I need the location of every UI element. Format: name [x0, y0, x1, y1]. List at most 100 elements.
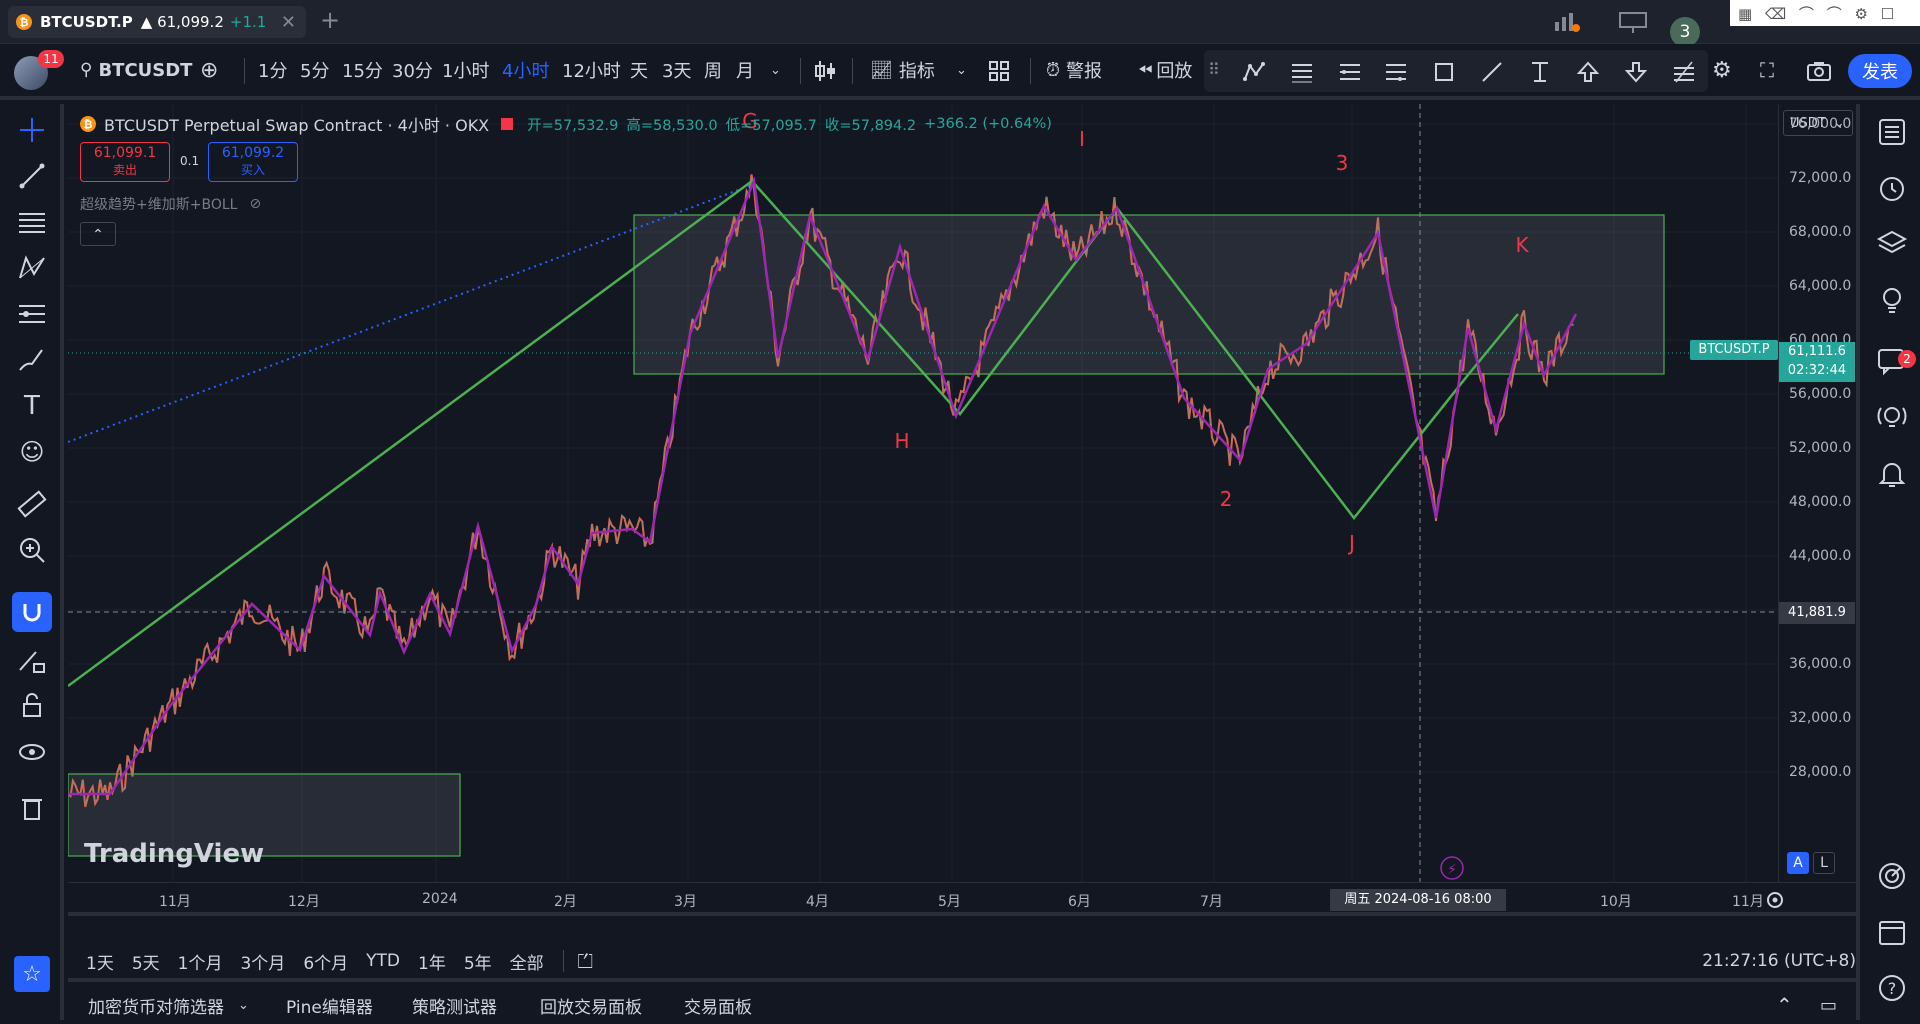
- ideas-icon[interactable]: [1876, 284, 1908, 316]
- gann-icon[interactable]: [1384, 60, 1408, 84]
- text-icon[interactable]: T: [16, 390, 48, 422]
- calendar-icon[interactable]: [1876, 916, 1908, 948]
- auto-scale-button[interactable]: A: [1787, 852, 1809, 874]
- interval-3d[interactable]: 3天: [662, 44, 691, 96]
- magnet-button[interactable]: [12, 592, 52, 632]
- rectangle-icon[interactable]: [1432, 60, 1456, 84]
- trend-line-icon[interactable]: [16, 160, 48, 192]
- fib-retracement-icon[interactable]: [1290, 60, 1314, 84]
- drag-handle-icon[interactable]: ⠿: [1208, 60, 1220, 79]
- candles-icon[interactable]: [812, 58, 838, 84]
- templates-icon[interactable]: [988, 60, 1010, 82]
- price-chart[interactable]: G I 3 K H 2 J TradingView ⚡: [68, 104, 1778, 882]
- pattern-icon[interactable]: [1242, 60, 1266, 84]
- interval-12h[interactable]: 12小时: [562, 44, 621, 96]
- trend-line-icon[interactable]: [1480, 60, 1504, 84]
- zoom-in-icon[interactable]: [16, 534, 48, 566]
- bell-icon[interactable]: [1876, 458, 1908, 490]
- camera-icon[interactable]: [1806, 60, 1832, 82]
- chart-layout-icon[interactable]: [1552, 10, 1582, 34]
- wave-label-h[interactable]: H: [894, 429, 909, 453]
- tab-crypto-screener[interactable]: 加密货币对筛选器 ⌄: [88, 986, 249, 1024]
- range-6[interactable]: 1年: [418, 949, 446, 974]
- range-5[interactable]: YTD: [366, 951, 400, 971]
- wave-label-k[interactable]: K: [1515, 233, 1529, 257]
- chart-tab[interactable]: ₿ BTCUSDT.P ▲ 61,099.2 +1.1 ✕: [8, 6, 306, 38]
- brush-icon[interactable]: [16, 344, 48, 376]
- fib-channel-icon[interactable]: [1338, 60, 1362, 84]
- tab-strategy-tester[interactable]: 策略测试器: [412, 986, 497, 1024]
- clock-label[interactable]: 21:27:16 (UTC+8): [1702, 951, 1856, 971]
- arrow-up-icon[interactable]: [1576, 60, 1600, 84]
- help-icon[interactable]: ?: [1876, 972, 1908, 1004]
- ruler-icon[interactable]: [16, 488, 48, 520]
- indicators-button[interactable]: 📈︎ 指标: [870, 44, 935, 96]
- tab-trading-panel[interactable]: 交易面板: [684, 986, 752, 1024]
- settings-icon[interactable]: ⚙︎: [1712, 44, 1732, 96]
- legend-title[interactable]: BTCUSDT Perpetual Swap Contract · 4小时 · …: [104, 112, 489, 136]
- eye-icon[interactable]: [16, 736, 48, 768]
- interval-30m[interactable]: 30分: [392, 44, 433, 96]
- alert-button[interactable]: ⏰︎ 警报: [1046, 44, 1102, 96]
- crosshair-icon[interactable]: [16, 114, 48, 146]
- symbol-search[interactable]: ⚲ BTCUSDT: [80, 44, 192, 96]
- buy-button[interactable]: 61,099.2 买入: [208, 142, 298, 182]
- interval-1d[interactable]: 天: [630, 44, 648, 96]
- chevron-up-icon[interactable]: ⌃: [1776, 986, 1793, 1024]
- range-7[interactable]: 5年: [464, 949, 492, 974]
- range-box[interactable]: [633, 214, 1665, 375]
- compare-add-icon[interactable]: ⊕: [200, 44, 218, 96]
- range-3[interactable]: 3个月: [240, 949, 285, 974]
- layers-icon[interactable]: [1876, 228, 1908, 260]
- tab-pine-editor[interactable]: Pine编辑器: [286, 986, 373, 1024]
- date-range-icon[interactable]: ⏍: [578, 949, 593, 973]
- range-1[interactable]: 5天: [132, 949, 160, 974]
- interval-1w[interactable]: 周: [704, 44, 722, 96]
- interval-5m[interactable]: 5分: [300, 44, 329, 96]
- time-axis[interactable]: 11月12月20242月3月4月5月6月7月8月10月11月 周五 2024-0…: [68, 882, 1856, 916]
- chevron-down-icon[interactable]: ⌄: [770, 44, 781, 96]
- range-0[interactable]: 1天: [86, 949, 114, 974]
- interval-1m[interactable]: 1分: [258, 44, 287, 96]
- alarm-clock-icon[interactable]: [1876, 172, 1908, 204]
- interval-1M[interactable]: 月: [736, 44, 754, 96]
- star-icon[interactable]: ☆: [14, 956, 50, 992]
- interval-1h[interactable]: 1小时: [442, 44, 489, 96]
- dom-icon[interactable]: [1876, 860, 1908, 892]
- publish-button[interactable]: 发表: [1848, 54, 1912, 88]
- pencil-lock-icon[interactable]: [16, 644, 48, 676]
- maximize-panel-icon[interactable]: ▭: [1820, 986, 1837, 1024]
- hide-drawings-icon[interactable]: [1672, 60, 1696, 84]
- emoji-icon[interactable]: ☺: [16, 436, 48, 468]
- trash-icon[interactable]: [16, 792, 48, 824]
- chevron-down-icon[interactable]: ⌄: [956, 44, 967, 96]
- wave-label-2[interactable]: 2: [1220, 487, 1233, 511]
- log-scale-button[interactable]: L: [1813, 852, 1835, 874]
- wave-label-i[interactable]: I: [1079, 127, 1085, 151]
- notification-badge[interactable]: 3: [1670, 17, 1700, 47]
- price-axis[interactable]: USDT ⌄ 76,000.0 72,000.0 68,000.0 64,000.0 6…: [1778, 104, 1856, 882]
- eye-off-icon[interactable]: ⊘: [249, 196, 261, 212]
- range-8[interactable]: 全部: [510, 949, 544, 974]
- arrow-down-icon[interactable]: [1624, 60, 1648, 84]
- layout-icon[interactable]: [1618, 10, 1648, 34]
- plus-icon[interactable]: +: [320, 6, 340, 34]
- flag-icon[interactable]: [501, 118, 514, 130]
- range-4[interactable]: 6个月: [303, 949, 348, 974]
- wave-label-j[interactable]: J: [1347, 531, 1355, 555]
- close-icon[interactable]: ✕: [281, 12, 296, 33]
- sell-button[interactable]: 61,099.1 卖出: [80, 142, 170, 182]
- streams-icon[interactable]: [1876, 402, 1908, 434]
- lock-icon[interactable]: [16, 690, 48, 722]
- replay-button[interactable]: ⏪︎ 回放: [1138, 44, 1192, 96]
- watchlist-icon[interactable]: [1876, 116, 1908, 148]
- wave-label-3[interactable]: 3: [1336, 151, 1349, 175]
- range-2[interactable]: 1个月: [178, 949, 223, 974]
- pattern-icon[interactable]: [16, 252, 48, 284]
- interval-15m[interactable]: 15分: [342, 44, 383, 96]
- fullscreen-icon[interactable]: ⛶: [1760, 44, 1774, 96]
- time-axis-settings-icon[interactable]: [1764, 889, 1786, 911]
- price-range-icon[interactable]: [1528, 60, 1552, 84]
- forecast-icon[interactable]: [16, 298, 48, 330]
- fib-icon[interactable]: [16, 206, 48, 238]
